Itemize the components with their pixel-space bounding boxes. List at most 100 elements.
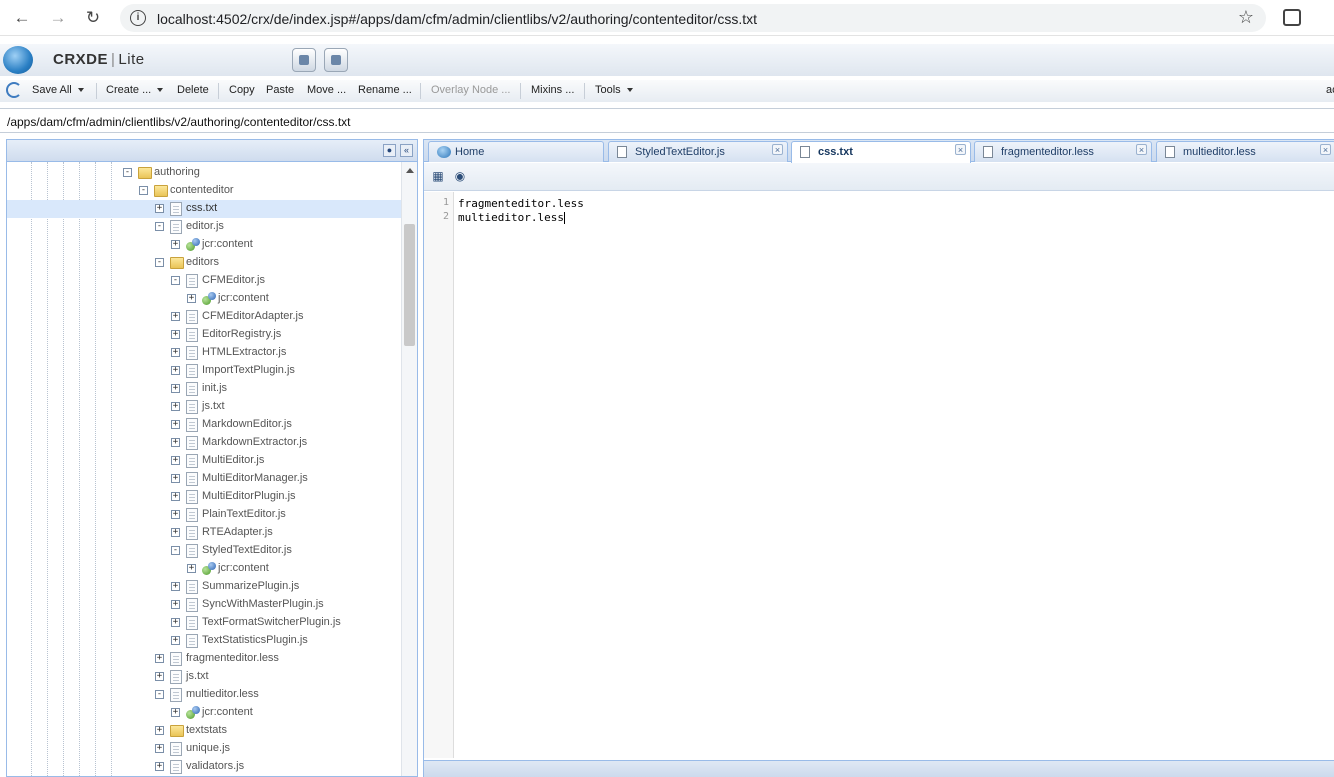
user-menu[interactable]: ac [1326,84,1334,96]
forward-arrow-icon[interactable]: → [47,7,69,29]
tree-item-label[interactable]: js.txt [202,400,225,412]
overlay-node-button[interactable]: Overlay Node ... [431,84,510,96]
expand-icon[interactable]: + [171,240,180,249]
expand-icon[interactable]: + [155,762,164,771]
tree-item-label[interactable]: editor.js [186,220,224,232]
tab-label[interactable]: Home [455,146,484,158]
package-switch-icon[interactable] [324,48,348,72]
tree-item[interactable]: - multieditor.less [7,686,401,704]
expand-icon[interactable]: + [171,492,180,501]
tree-item[interactable]: + jcr:content [7,704,401,722]
collapse-icon[interactable]: - [155,222,164,231]
save-all-button[interactable]: Save All [32,84,84,96]
tree-item-label[interactable]: validators.js [186,760,244,772]
expand-icon[interactable]: + [155,726,164,735]
expand-icon[interactable]: + [171,330,180,339]
expand-icon[interactable]: + [171,456,180,465]
tree-item[interactable]: + HTMLExtractor.js [7,344,401,362]
tree-item[interactable]: + EditorRegistry.js [7,326,401,344]
tree-item[interactable]: + jcr:content [7,236,401,254]
tab-label[interactable]: StyledTextEditor.js [635,146,725,158]
tree-item-label[interactable]: HTMLExtractor.js [202,346,286,358]
tree-item[interactable]: + validators.js [7,758,401,776]
extensions-icon[interactable] [1283,9,1301,26]
expand-icon[interactable]: + [171,438,180,447]
tree-item[interactable]: - CFMEditor.js [7,272,401,290]
tree-item-label[interactable]: authoring [154,166,200,178]
expand-icon[interactable]: + [155,204,164,213]
expand-icon[interactable]: + [187,294,196,303]
tree-item[interactable]: + js.txt [7,668,401,686]
expand-icon[interactable]: + [171,582,180,591]
scrollbar-thumb[interactable] [404,224,415,346]
back-arrow-icon[interactable]: ← [11,7,33,29]
tree-item-label[interactable]: init.js [202,382,227,394]
tree-item[interactable]: + PlainTextEditor.js [7,506,401,524]
tree-item-label[interactable]: jcr:content [218,292,269,304]
tree-item-label[interactable]: MultiEditorPlugin.js [202,490,296,502]
create-button[interactable]: Create ... [106,84,164,96]
tree-item[interactable]: - editor.js [7,218,401,236]
expand-icon[interactable]: + [171,636,180,645]
tools-menu-button[interactable]: Tools [595,84,633,96]
tree-item-label[interactable]: js.txt [186,670,209,682]
tree-item-label[interactable]: SummarizePlugin.js [202,580,299,592]
tree-item-label[interactable]: TextStatisticsPlugin.js [202,634,308,646]
expand-icon[interactable]: + [171,402,180,411]
tree-item-label[interactable]: TextFormatSwitcherPlugin.js [202,616,341,628]
tree-item-label[interactable]: multieditor.less [186,688,259,700]
tree-item-label[interactable]: MultiEditor.js [202,454,264,466]
tree-scrollbar[interactable] [401,162,417,776]
paste-button[interactable]: Paste [266,84,294,96]
move-button[interactable]: Move ... [307,84,346,96]
tree-item[interactable]: + ImportTextPlugin.js [7,362,401,380]
collapse-icon[interactable]: - [155,690,164,699]
close-icon[interactable]: × [955,144,966,155]
tree-item-label[interactable]: textstats [186,724,227,736]
format-icon[interactable]: ▦ [430,169,446,184]
code-line[interactable]: fragmenteditor.less [458,197,584,210]
tree-item[interactable]: + unique.js [7,740,401,758]
tab-label[interactable]: fragmenteditor.less [1001,146,1094,158]
code-editor[interactable]: fragmenteditor.less multieditor.less [454,192,1334,758]
tree-item[interactable]: - StyledTextEditor.js [7,542,401,560]
expand-icon[interactable]: + [171,366,180,375]
tree-item[interactable]: + MultiEditor.js [7,452,401,470]
expand-icon[interactable]: + [171,618,180,627]
tab-label[interactable]: multieditor.less [1183,146,1256,158]
code-line-text[interactable]: fragmenteditor.less [458,197,584,210]
tree-item-label[interactable]: CFMEditor.js [202,274,265,286]
delete-button[interactable]: Delete [177,84,209,96]
tree-item[interactable]: + RTEAdapter.js [7,524,401,542]
tab-styledtexteditor-js[interactable]: StyledTextEditor.js × [608,141,788,162]
code-line-text[interactable]: multieditor.less [458,211,564,224]
tree-item[interactable]: + MultiEditorPlugin.js [7,488,401,506]
node-path-text[interactable]: /apps/dam/cfm/admin/clientlibs/v2/author… [7,115,351,129]
collapse-icon[interactable]: - [123,168,132,177]
tab-label[interactable]: css.txt [818,146,853,158]
tree-item[interactable]: + TextFormatSwitcherPlugin.js [7,614,401,632]
tree-item-label[interactable]: jcr:content [218,562,269,574]
tree-item-label[interactable]: ImportTextPlugin.js [202,364,295,376]
rename-button[interactable]: Rename ... [358,84,412,96]
expand-icon[interactable]: + [171,510,180,519]
bookmark-star-icon[interactable]: ☆ [1238,7,1254,28]
collapse-icon[interactable]: - [171,276,180,285]
expand-icon[interactable]: + [171,348,180,357]
tab-home[interactable]: Home [428,141,604,162]
copy-button[interactable]: Copy [229,84,255,96]
tree-item[interactable]: + textstats [7,722,401,740]
url-text[interactable]: localhost:4502/crx/de/index.jsp#/apps/da… [157,11,757,27]
tree-item[interactable]: + init.js [7,380,401,398]
tree-item[interactable]: + fragmenteditor.less [7,650,401,668]
expand-icon[interactable]: + [171,528,180,537]
tree-item[interactable]: + SyncWithMasterPlugin.js [7,596,401,614]
expand-icon[interactable]: + [171,708,180,717]
tree-item[interactable]: + css.txt [7,200,401,218]
collapse-panel-icon[interactable]: « [400,144,413,157]
tree-item-label[interactable]: fragmenteditor.less [186,652,279,664]
tab-multieditor-less[interactable]: multieditor.less × [1156,141,1334,162]
tree-item-label[interactable]: MultiEditorManager.js [202,472,308,484]
tree-item-label[interactable]: jcr:content [202,238,253,250]
tree-item-label[interactable]: MarkdownExtractor.js [202,436,307,448]
